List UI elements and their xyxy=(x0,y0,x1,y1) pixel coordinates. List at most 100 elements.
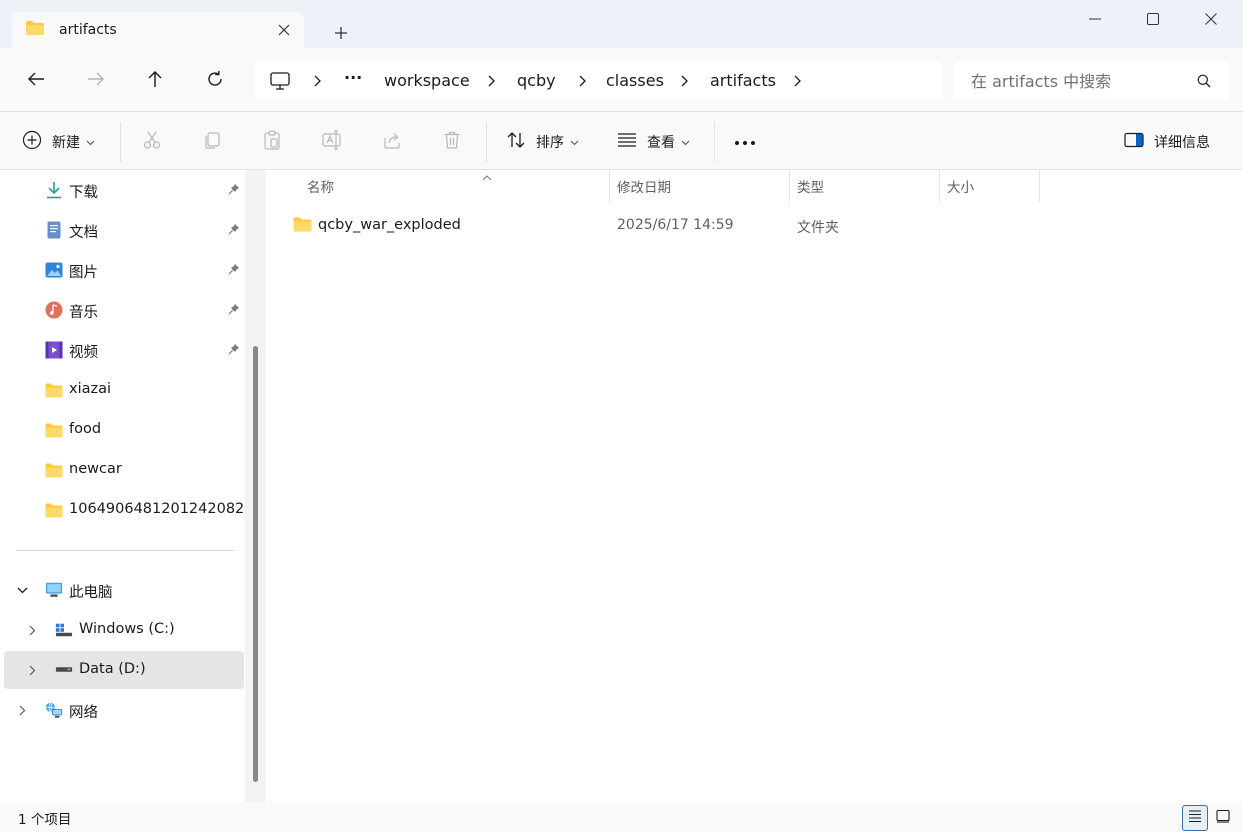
music-icon xyxy=(45,301,63,319)
file-modified: 2025/6/17 14:59 xyxy=(617,217,734,233)
chevron-right-icon[interactable] xyxy=(576,72,588,90)
sidebar-item-xiazai[interactable]: xiazai xyxy=(4,371,244,409)
new-button[interactable]: 新建 xyxy=(22,126,95,158)
chevron-right-icon[interactable] xyxy=(26,623,38,637)
details-view-icon xyxy=(1188,809,1202,827)
paste-button[interactable] xyxy=(262,126,282,158)
up-arrow-icon xyxy=(147,70,163,92)
folder-icon xyxy=(45,381,63,399)
chevron-right-icon[interactable] xyxy=(485,72,497,90)
chevron-down-icon xyxy=(570,134,579,150)
sidebar-item-downloads[interactable]: 下载 xyxy=(4,171,244,209)
copy-button[interactable] xyxy=(202,126,222,158)
sort-icon xyxy=(506,131,526,153)
details-pane-label: 详细信息 xyxy=(1154,135,1210,151)
chevron-right-icon[interactable] xyxy=(791,72,803,90)
pin-icon[interactable] xyxy=(228,303,240,319)
tab-artifacts[interactable]: artifacts xyxy=(12,12,304,48)
up-button[interactable] xyxy=(139,65,171,97)
breadcrumb-overflow[interactable]: ··· xyxy=(344,68,362,87)
chevron-right-icon[interactable] xyxy=(16,703,28,717)
details-pane-button[interactable]: 详细信息 xyxy=(1124,126,1210,158)
folder-icon xyxy=(45,501,63,519)
maximize-button[interactable] xyxy=(1130,4,1176,34)
sidebar-item-label: xiazai xyxy=(69,381,112,397)
sidebar-item-network[interactable]: 网络 xyxy=(4,691,244,729)
sort-button[interactable]: 排序 xyxy=(506,126,579,158)
breadcrumb-workspace[interactable]: workspace xyxy=(384,71,470,90)
sidebar-item-drive-c[interactable]: Windows (C:) xyxy=(4,611,244,649)
search-input[interactable] xyxy=(954,62,1194,100)
rename-button[interactable] xyxy=(322,126,344,158)
sidebar-item-numbered-folder[interactable]: 1064906481201242082110 xyxy=(4,491,245,529)
new-button-label: 新建 xyxy=(52,135,80,151)
drive-icon xyxy=(55,661,73,679)
sidebar-scrollbar-thumb[interactable] xyxy=(253,346,258,782)
back-arrow-icon xyxy=(27,71,45,91)
file-name: qcby_war_exploded xyxy=(318,217,461,233)
tiles-view-icon xyxy=(1216,809,1230,827)
tiles-view-button[interactable] xyxy=(1210,805,1236,831)
more-options-button[interactable] xyxy=(734,126,756,158)
chevron-right-icon[interactable] xyxy=(26,663,38,677)
sidebar-divider xyxy=(16,550,235,551)
this-pc-icon[interactable] xyxy=(270,72,290,94)
cut-button[interactable] xyxy=(142,126,162,158)
column-header-size[interactable]: 大小 xyxy=(940,170,1040,202)
column-header-name[interactable]: 名称 xyxy=(300,170,610,202)
tab-title: artifacts xyxy=(59,22,117,38)
chevron-down-icon[interactable] xyxy=(16,583,28,597)
share-button[interactable] xyxy=(382,126,402,158)
breadcrumb-qcby[interactable]: qcby xyxy=(517,71,556,90)
view-button[interactable]: 查看 xyxy=(617,126,690,158)
close-tab-icon[interactable] xyxy=(274,20,294,40)
sidebar-item-label: 下载 xyxy=(69,185,98,201)
sidebar-item-this-pc[interactable]: 此电脑 xyxy=(4,571,244,609)
address-bar[interactable]: ··· workspace qcby classes artifacts xyxy=(254,62,942,100)
video-icon xyxy=(45,341,63,359)
column-header-label: 修改日期 xyxy=(617,180,671,196)
column-header-modified[interactable]: 修改日期 xyxy=(610,170,790,202)
new-tab-button[interactable] xyxy=(328,20,354,46)
sidebar-item-label: newcar xyxy=(69,461,122,477)
forward-button[interactable] xyxy=(80,65,112,97)
sidebar-item-newcar[interactable]: newcar xyxy=(4,451,244,489)
view-button-label: 查看 xyxy=(647,135,675,151)
sidebar-item-label: 文档 xyxy=(69,225,98,241)
refresh-button[interactable] xyxy=(199,65,231,97)
add-circle-icon xyxy=(22,130,42,154)
breadcrumb-classes[interactable]: classes xyxy=(606,71,664,90)
search-icon[interactable] xyxy=(1197,74,1211,92)
toolbar-divider xyxy=(714,122,715,162)
clipboard-icon xyxy=(262,130,282,154)
chevron-right-icon[interactable] xyxy=(311,72,323,90)
sidebar-item-label: 此电脑 xyxy=(69,585,113,601)
details-view-button[interactable] xyxy=(1182,805,1208,831)
pin-icon[interactable] xyxy=(228,343,240,359)
file-row[interactable]: qcby_war_exploded 2025/6/17 14:59 文件夹 xyxy=(286,208,1241,244)
sidebar-item-label: 图片 xyxy=(69,265,98,281)
sidebar-item-drive-d[interactable]: Data (D:) xyxy=(4,651,244,689)
sidebar-item-documents[interactable]: 文档 xyxy=(4,211,244,249)
minimize-button[interactable] xyxy=(1072,4,1118,34)
pin-icon[interactable] xyxy=(228,223,240,239)
refresh-icon xyxy=(206,70,224,92)
close-window-button[interactable] xyxy=(1188,4,1234,34)
download-icon xyxy=(45,181,63,199)
delete-button[interactable] xyxy=(442,126,462,158)
title-bar: artifacts xyxy=(0,0,1243,48)
pin-icon[interactable] xyxy=(228,263,240,279)
sidebar-item-music[interactable]: 音乐 xyxy=(4,291,244,329)
folder-icon xyxy=(25,20,45,40)
pin-icon[interactable] xyxy=(228,183,240,199)
sidebar-item-pictures[interactable]: 图片 xyxy=(4,251,244,289)
sidebar-item-label: 音乐 xyxy=(69,305,98,321)
chevron-right-icon[interactable] xyxy=(678,72,690,90)
breadcrumb-artifacts[interactable]: artifacts xyxy=(710,71,776,90)
sidebar-item-label: food xyxy=(69,421,102,437)
file-list: 名称 修改日期 类型 大小 qcby_war_exploded 2025/6/1… xyxy=(266,170,1243,802)
sidebar-item-videos[interactable]: 视频 xyxy=(4,331,244,369)
column-header-type[interactable]: 类型 xyxy=(790,170,940,202)
sidebar-item-food[interactable]: food xyxy=(4,411,244,449)
back-button[interactable] xyxy=(20,65,52,97)
